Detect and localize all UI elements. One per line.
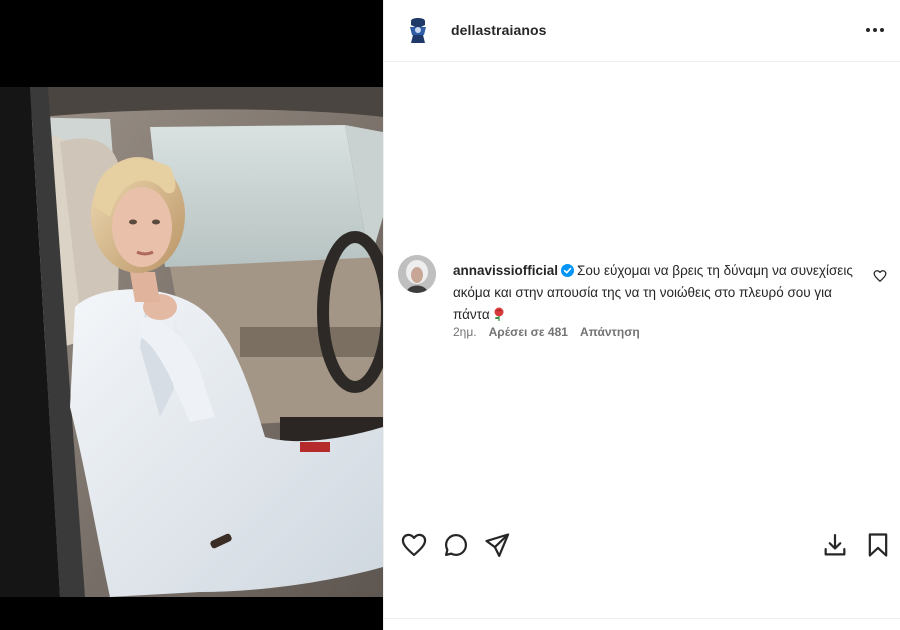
comment-item: annavissiofficial Σου εύχομαι να βρεις τ… <box>398 255 893 345</box>
send-icon <box>485 533 510 557</box>
verified-badge-icon <box>561 264 575 277</box>
post-photo[interactable] <box>0 87 383 597</box>
comment-likes[interactable]: Αρέσει σε 481 <box>489 325 568 339</box>
comment-icon <box>444 533 468 557</box>
reply-button[interactable]: Απάντηση <box>580 325 640 339</box>
like-button[interactable] <box>400 531 428 559</box>
commenter-avatar-icon <box>398 255 436 293</box>
owner-username[interactable]: dellastraianos <box>451 22 547 38</box>
comment-meta: 2ημ. Αρέσει σε 481 Απάντηση <box>453 325 640 339</box>
photo-illustration <box>0 87 383 597</box>
save-button[interactable] <box>864 531 892 559</box>
more-options-icon <box>866 28 884 32</box>
post-action-bar <box>384 527 900 567</box>
comment-avatar[interactable] <box>398 255 436 293</box>
profile-avatar-icon <box>401 13 435 47</box>
bottom-divider <box>384 618 900 619</box>
comment-like-button[interactable] <box>873 269 887 283</box>
comment-username[interactable]: annavissiofficial <box>453 263 558 278</box>
share-button[interactable] <box>483 531 511 559</box>
comment-button[interactable] <box>442 531 470 559</box>
owner-avatar[interactable] <box>401 13 435 47</box>
rose-icon <box>494 307 504 321</box>
instagram-post: dellastraianos annavissiofficial Σου εύχ… <box>0 0 900 630</box>
post-header: dellastraianos <box>384 0 900 62</box>
comment-time: 2ημ. <box>453 325 477 339</box>
download-button[interactable] <box>821 531 849 559</box>
post-sidebar: dellastraianos annavissiofficial Σου εύχ… <box>383 0 900 630</box>
download-icon <box>824 533 846 556</box>
heart-outline-icon <box>873 270 887 282</box>
heart-icon <box>401 533 427 557</box>
more-options-button[interactable] <box>863 18 887 42</box>
post-media <box>0 0 383 630</box>
bookmark-icon <box>868 533 888 557</box>
comment-text-block: annavissiofficial Σου εύχομαι να βρεις τ… <box>453 260 853 326</box>
